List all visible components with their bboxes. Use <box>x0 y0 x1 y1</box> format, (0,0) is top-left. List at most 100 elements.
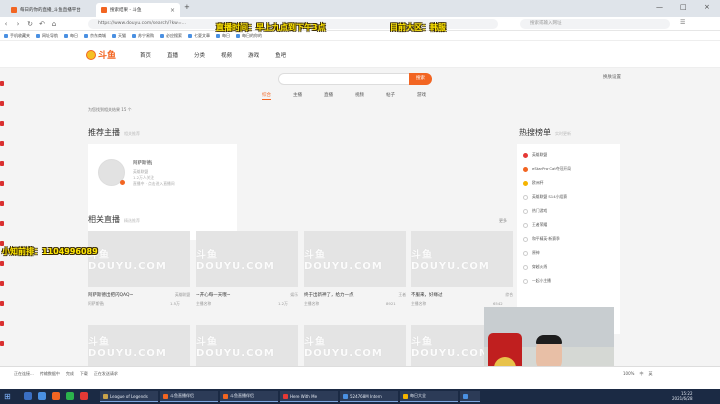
tab-games[interactable]: 游戏 <box>417 92 426 100</box>
bookmark-item[interactable]: 每日的你的 <box>236 33 262 39</box>
side-panel-icon[interactable] <box>0 221 4 226</box>
stream-card[interactable]: 斗鱼 DOUYU.COM <box>196 325 298 367</box>
bookmark-item[interactable]: 每日 <box>64 33 78 39</box>
nav-home[interactable]: 首页 <box>140 51 151 59</box>
side-panel-icon[interactable] <box>0 141 4 146</box>
stream-card[interactable]: 斗鱼 DOUYU.COM <box>304 325 406 367</box>
back-icon[interactable]: ‹ <box>0 20 12 28</box>
tab-all[interactable]: 综合 <box>262 92 271 100</box>
bookmark-item[interactable]: 必应搜索 <box>160 33 182 39</box>
hot-item[interactable]: 和平精英·新赛季 <box>523 236 560 242</box>
nav-video[interactable]: 视频 <box>221 51 232 59</box>
stream-thumbnail[interactable]: 斗鱼 DOUYU.COM <box>304 231 406 287</box>
taskbar-app[interactable]: 524768M Intern <box>340 391 398 402</box>
stream-card[interactable]: 斗鱼 DOUYU.COM 终于出新神了，给力一点 王者 主播名称 8921 <box>304 231 406 311</box>
taskbar-app[interactable]: 每日大全 <box>400 391 458 402</box>
app-icon[interactable] <box>52 392 60 400</box>
anchor-name[interactable]: 阿萨斯德j <box>133 160 152 166</box>
stream-thumbnail[interactable]: 斗鱼 DOUYU.COM <box>196 231 298 287</box>
bookmark-item[interactable]: 天猫 <box>112 33 126 39</box>
bookmark-item[interactable]: 苏宁易购 <box>132 33 154 39</box>
app-icon[interactable] <box>66 392 74 400</box>
forward-icon[interactable]: › <box>12 20 24 28</box>
site-search-input[interactable] <box>278 73 410 85</box>
minimize-icon[interactable]: — <box>656 3 663 11</box>
taskbar-app[interactable] <box>460 391 480 402</box>
stream-card[interactable]: 斗鱼 DOUYU.COM ~开心每一天哦~ 娱乐 主播名称 1.2万 <box>196 231 298 311</box>
taskbar-app[interactable]: 斗鱼直播伴侣 <box>220 391 278 402</box>
hot-item[interactable]: 英雄联盟 S14小组赛 <box>523 194 567 200</box>
search-icon[interactable] <box>24 392 32 400</box>
taskbar-app[interactable]: League of Legends <box>100 391 158 402</box>
stream-card[interactable]: 斗鱼 DOUYU.COM 阿萨斯德出把闪QAQ~ 英雄联盟 阿萨斯德j 1.5万 <box>88 231 190 311</box>
anchor-card[interactable]: 阿萨斯德j 英雄联盟 1.2万人关注 直播中 · 点击进入直播间 <box>88 144 237 240</box>
hot-item[interactable]: 王者荣耀 <box>523 222 547 228</box>
side-panel-icon[interactable] <box>0 261 4 266</box>
bookmark-item[interactable]: 七夏文章 <box>188 33 210 39</box>
bookmark-item[interactable]: 网址导航 <box>36 33 58 39</box>
ime-indicator[interactable]: 英 <box>648 371 652 377</box>
nav-category[interactable]: 分类 <box>194 51 205 59</box>
tab-anchor[interactable]: 主播 <box>293 92 302 100</box>
ime-indicator[interactable]: 中 <box>639 371 643 377</box>
tab-video[interactable]: 视频 <box>355 92 364 100</box>
windows-start-icon[interactable]: ⊞ <box>4 392 13 401</box>
hot-item[interactable]: 穿越火线 <box>523 264 547 270</box>
bookmark-item[interactable]: 每日 <box>216 33 230 39</box>
change-skin-link[interactable]: 换肤设置 <box>603 74 621 80</box>
app-icon[interactable] <box>80 392 88 400</box>
bookmark-item[interactable]: 手机收藏夹 <box>4 33 30 39</box>
side-panel-icon[interactable] <box>0 321 4 326</box>
zoom-level[interactable]: 100% <box>623 371 634 377</box>
douyu-logo[interactable]: 斗鱼 <box>86 48 116 61</box>
hot-item[interactable]: eStarPro·Cat夺冠开局 <box>523 166 571 172</box>
stream-thumbnail[interactable]: 斗鱼 DOUYU.COM <box>304 325 406 367</box>
hot-item[interactable]: 热门游戏 <box>523 208 547 214</box>
reload-icon[interactable]: ↻ <box>24 20 36 28</box>
side-panel-icon[interactable] <box>0 341 4 346</box>
nav-live[interactable]: 直播 <box>167 51 178 59</box>
stream-thumbnail[interactable]: 斗鱼 DOUYU.COM <box>411 231 513 287</box>
search-button[interactable]: 搜索 <box>409 73 432 85</box>
close-tab-icon[interactable]: × <box>170 7 175 14</box>
close-window-icon[interactable]: × <box>704 3 710 11</box>
stream-card[interactable]: 斗鱼 DOUYU.COM <box>88 325 190 367</box>
taskbar-app[interactable]: Here With Me <box>280 391 338 402</box>
nav-fishbar[interactable]: 鱼吧 <box>275 51 286 59</box>
stream-title[interactable]: 不服来，好缘过 <box>411 292 481 298</box>
side-panel-icon[interactable] <box>0 81 4 86</box>
new-tab-icon[interactable]: + <box>184 3 190 11</box>
maximize-icon[interactable]: □ <box>680 3 687 11</box>
home-icon[interactable]: ⌂ <box>48 20 60 28</box>
side-panel-icon[interactable] <box>0 121 4 126</box>
hot-item[interactable]: 一起小主播 <box>523 278 551 284</box>
stream-thumbnail[interactable]: 斗鱼 DOUYU.COM <box>196 325 298 367</box>
side-panel-icon[interactable] <box>0 161 4 166</box>
edge-icon[interactable] <box>38 392 46 400</box>
browser-search-input[interactable]: 搜索或输入网址 <box>520 19 670 29</box>
taskbar-app[interactable]: 斗鱼直播伴侣 <box>160 391 218 402</box>
tab-live[interactable]: 直播 <box>324 92 333 100</box>
hot-item[interactable]: 英雄联盟 <box>523 152 547 158</box>
bookmark-item[interactable]: 京东商城 <box>84 33 106 39</box>
stream-title[interactable]: 终于出新神了，给力一点 <box>304 292 374 298</box>
hot-item[interactable]: 原神 <box>523 250 540 256</box>
side-panel-icon[interactable] <box>0 281 4 286</box>
hot-item[interactable]: 欧洲杯 <box>523 180 543 186</box>
side-panel-icon[interactable] <box>0 201 4 206</box>
undo-icon[interactable]: ↶ <box>36 20 48 28</box>
toolbar-menu-icon[interactable]: ☰ <box>680 19 688 26</box>
side-panel-icon[interactable] <box>0 181 4 186</box>
stream-thumbnail[interactable]: 斗鱼 DOUYU.COM <box>88 325 190 367</box>
stream-title[interactable]: 阿萨斯德出把闪QAQ~ <box>88 292 158 298</box>
stream-title[interactable]: ~开心每一天哦~ <box>196 292 266 298</box>
more-link[interactable]: 更多 <box>499 218 507 224</box>
browser-tab-1[interactable]: 每日的你的直播_斗鱼直播平台 <box>6 3 94 17</box>
tab-posts[interactable]: 帖子 <box>386 92 395 100</box>
side-panel-icon[interactable] <box>0 301 4 306</box>
nav-games[interactable]: 游戏 <box>248 51 259 59</box>
browser-tab-2[interactable]: 搜索结果 - 斗鱼 × <box>96 3 180 17</box>
side-panel-icon[interactable] <box>0 101 4 106</box>
stream-thumbnail[interactable]: 斗鱼 DOUYU.COM <box>88 231 190 287</box>
system-clock[interactable]: 15:22 2021/6/28 <box>672 391 693 401</box>
